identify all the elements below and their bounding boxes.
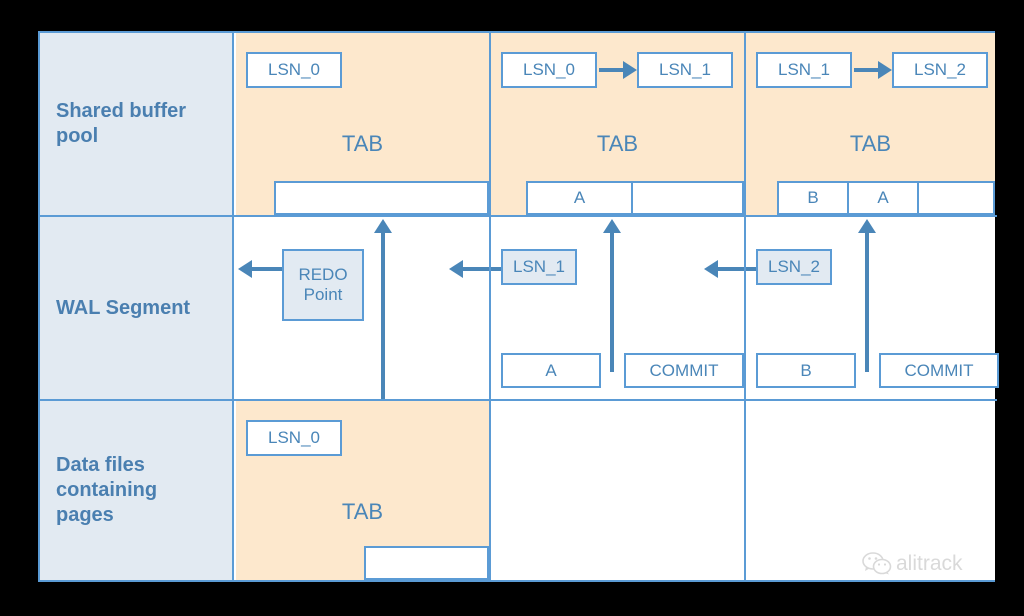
row-separator-1	[40, 215, 997, 217]
page-label: B	[807, 188, 819, 207]
arrow-head-up-icon	[858, 219, 876, 233]
redo-point-box: REDO Point	[282, 249, 364, 321]
row-label-text: WAL Segment	[56, 296, 191, 319]
arrow-head-up-icon	[374, 219, 392, 233]
arrow-head-left-icon	[704, 260, 718, 278]
buffer-lsn-arrow-col2	[599, 68, 625, 72]
page-label: A	[877, 188, 889, 207]
tab-label-buffer-col3: TAB	[746, 131, 995, 157]
buffer-lsn-arrow-col3	[854, 68, 880, 72]
buffer-page-col1-0	[274, 181, 489, 215]
flush-arrow-col1-shaft	[381, 232, 385, 422]
tab-text: TAB	[341, 499, 384, 524]
buffer-lsn-box-col2-left: LSN_0	[501, 52, 597, 88]
buffer-page-col3-2	[917, 181, 995, 215]
wal-record-label: B	[800, 360, 812, 380]
arrow-head-right-icon	[878, 61, 892, 79]
lsn-label: LSN_1	[778, 60, 830, 79]
data-files-page-col1-0	[364, 546, 489, 580]
lsn-label: LSN_0	[268, 60, 320, 79]
redo-point-line2: Point	[303, 285, 343, 304]
redo-point-arrow	[252, 267, 285, 271]
tab-label-data-files-col1: TAB	[236, 499, 489, 525]
column-separator-2	[744, 33, 746, 580]
data-files-cell-col3	[746, 401, 995, 580]
buffer-page-col2-1	[631, 181, 744, 215]
column-separator-1	[489, 33, 491, 580]
buffer-lsn-box-col3-right: LSN_2	[892, 52, 988, 88]
tab-text: TAB	[849, 131, 892, 156]
lsn-label: LSN_2	[768, 257, 820, 276]
lsn-label: LSN_1	[513, 257, 565, 276]
arrow-head-left-icon	[449, 260, 463, 278]
wal-record-arrow-col3-shaft	[865, 232, 869, 372]
wal-record-col3-0: B	[756, 353, 856, 388]
page-label: A	[573, 188, 586, 207]
row-label-data-files: Data files containing pages	[40, 401, 234, 580]
wal-lsn-box-col3: LSN_2	[756, 249, 832, 285]
arrow-head-right-icon	[623, 61, 637, 79]
lsn-label: LSN_1	[659, 60, 711, 79]
lsn-label: LSN_2	[914, 60, 966, 79]
wal-recovery-diagram: Shared buffer pool WAL Segment Data file…	[38, 31, 999, 582]
buffer-lsn-box-col1-left: LSN_0	[246, 52, 342, 88]
row-label-wal-segment: WAL Segment	[40, 217, 234, 399]
wal-record-label: COMMIT	[649, 360, 719, 380]
tab-label-buffer-col1: TAB	[236, 131, 489, 157]
wal-lsn-box-col2: LSN_1	[501, 249, 577, 285]
row-label-shared-buffer-pool: Shared buffer pool	[40, 33, 234, 215]
row-label-text: Shared buffer pool	[56, 100, 187, 147]
buffer-page-col2-0: A	[526, 181, 633, 215]
row-separator-2	[40, 399, 997, 401]
arrow-head-left-icon	[238, 260, 252, 278]
lsn-label: LSN_0	[523, 60, 575, 79]
wal-record-label: COMMIT	[904, 360, 974, 380]
wal-record-col2-0: A	[501, 353, 601, 388]
data-files-cell-col2	[491, 401, 744, 580]
tab-text: TAB	[596, 131, 639, 156]
buffer-page-col3-1: A	[847, 181, 919, 215]
buffer-lsn-box-col3-left: LSN_1	[756, 52, 852, 88]
lsn-label: LSN_0	[268, 428, 320, 447]
buffer-lsn-box-col2-right: LSN_1	[637, 52, 733, 88]
wal-record-col3-1: COMMIT	[879, 353, 999, 388]
redo-point-line1: REDO	[298, 265, 348, 285]
buffer-page-col3-0: B	[777, 181, 849, 215]
wal-record-label: A	[545, 360, 557, 380]
tab-text: TAB	[341, 131, 384, 156]
wal-record-col2-1: COMMIT	[624, 353, 744, 388]
data-files-lsn-box-col1: LSN_0	[246, 420, 342, 456]
arrow-head-up-icon	[603, 219, 621, 233]
wal-record-arrow-col2-shaft	[610, 232, 614, 372]
tab-label-buffer-col2: TAB	[491, 131, 744, 157]
row-label-text: Data files containing pages	[56, 454, 158, 526]
